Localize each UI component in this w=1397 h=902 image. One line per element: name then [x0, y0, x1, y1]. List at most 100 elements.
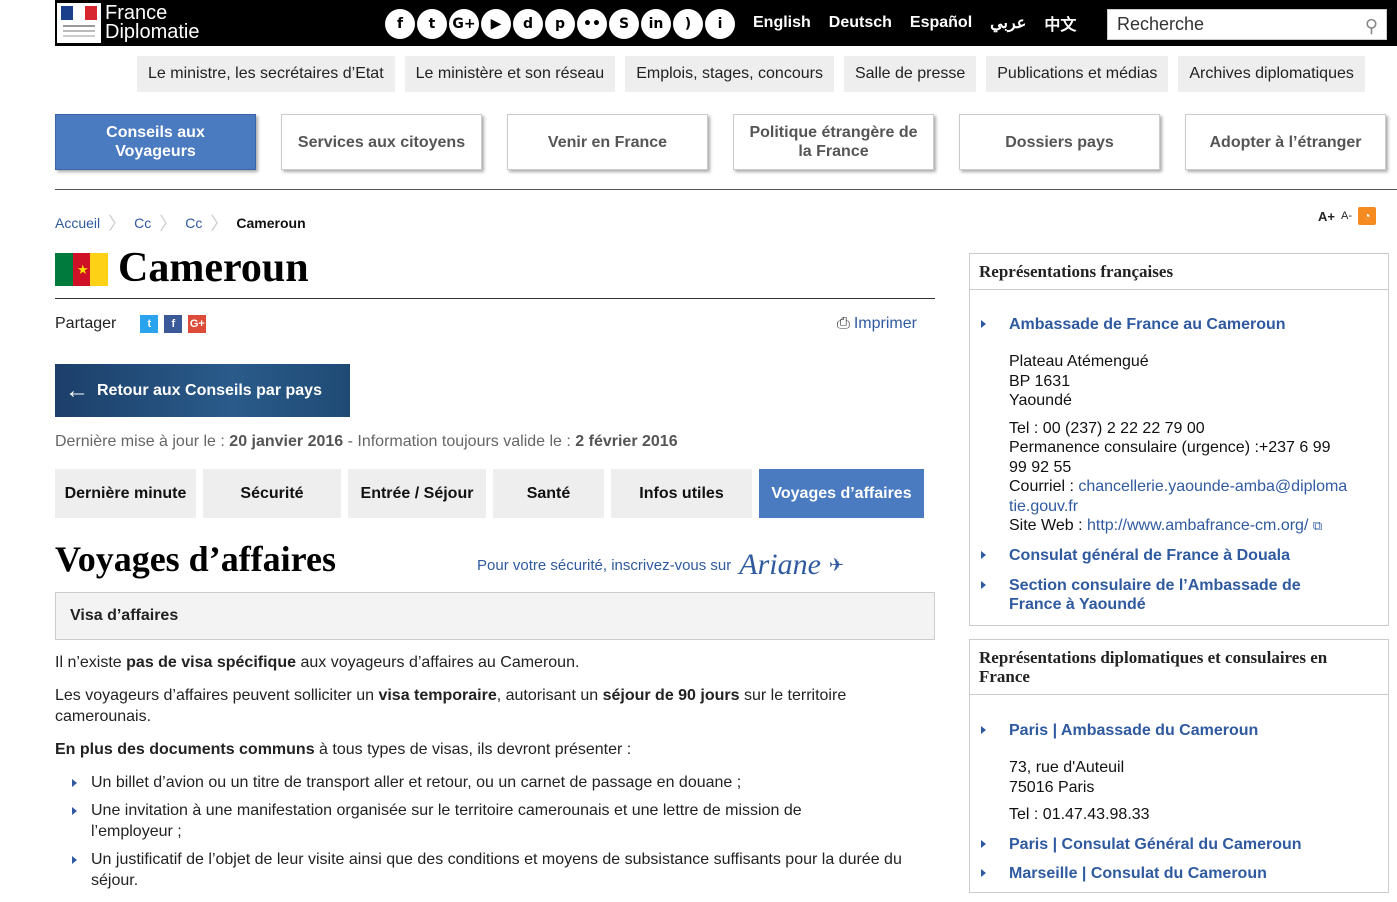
paragraph: Les voyageurs d’affaires peuvent sollici…	[55, 687, 847, 725]
secondary-nav: Le ministre, les secrétaires d’Etat Le m…	[137, 56, 1365, 92]
subnav-emplois[interactable]: Emplois, stages, concours	[625, 56, 834, 92]
tab-derniere-minute[interactable]: Dernière minute	[55, 469, 196, 518]
font-decrease-button[interactable]: A-	[1341, 210, 1352, 222]
print-button[interactable]: ⎙ Imprimer	[837, 315, 917, 333]
facebook-share-icon[interactable]: f	[164, 315, 183, 333]
tab-infos-utiles[interactable]: Infos utiles	[611, 469, 752, 518]
twitter-icon[interactable]: t	[417, 9, 447, 39]
valid-date: 2 février 2016	[575, 433, 678, 450]
subnav-ministre[interactable]: Le ministre, les secrétaires d’Etat	[137, 56, 395, 92]
mainnav-politique[interactable]: Politique étrangère de la France	[733, 114, 934, 170]
mainnav-dossiers[interactable]: Dossiers pays	[959, 114, 1160, 170]
top-bar: France Diplomatie f t G+ ▶ d p •• S in )…	[55, 0, 1397, 46]
flickr-icon[interactable]: ••	[577, 9, 607, 39]
subnav-publications[interactable]: Publications et médias	[986, 56, 1169, 92]
share-bar: Partager t f G+	[55, 315, 207, 333]
main-nav: Conseils aux Voyageurs Services aux cito…	[55, 114, 1386, 170]
lang-chinese[interactable]: 中文	[1044, 11, 1076, 35]
facebook-icon[interactable]: f	[385, 9, 415, 39]
marseille-consulate-link[interactable]: Marseille | Consulat du Cameroun	[981, 864, 1267, 883]
chevron-right-icon: 〉	[108, 214, 127, 234]
language-switcher: English Deutsch Español عربي 中文	[753, 0, 1076, 46]
embassy-link[interactable]: Ambassade de France au Cameroun	[981, 315, 1286, 334]
lang-arabic[interactable]: عربي	[990, 13, 1026, 33]
tab-entree-sejour[interactable]: Entrée / Séjour	[348, 469, 486, 518]
lang-deutsch[interactable]: Deutsch	[829, 14, 892, 32]
logo-line2: Diplomatie	[105, 21, 200, 43]
tab-sante[interactable]: Santé	[493, 469, 604, 518]
mainnav-adopter[interactable]: Adopter à l’étranger	[1185, 114, 1386, 170]
arrow-left-icon: ←	[65, 376, 89, 404]
tab-voyages-affaires[interactable]: Voyages d’affaires	[759, 469, 924, 518]
mainnav-venir[interactable]: Venir en France	[507, 114, 708, 170]
twitter-share-icon[interactable]: t	[140, 315, 159, 333]
website-link[interactable]: http://www.ambafrance-cm.org/	[1087, 517, 1308, 534]
republique-francaise-logo	[57, 3, 101, 43]
cameroon-representations-box: Représentations diplomatiques et consula…	[969, 639, 1389, 893]
rss-icon[interactable]: )	[673, 9, 703, 39]
breadcrumb-item-2[interactable]: Cc	[134, 215, 151, 231]
chevron-right-icon: 〉	[159, 214, 178, 234]
breadcrumb-current: Cameroun	[236, 215, 306, 231]
list-item: Un justificatif de l’objet de leur visit…	[72, 849, 915, 891]
box-title: Représentations diplomatiques et consula…	[970, 640, 1388, 695]
googleplus-share-icon[interactable]: G+	[188, 315, 207, 333]
linkedin-icon[interactable]: in	[641, 9, 671, 39]
search-input[interactable]	[1108, 14, 1348, 35]
ariane-text: Pour votre sécurité, inscrivez-vous sur	[477, 556, 732, 574]
youtube-icon[interactable]: ▶	[481, 9, 511, 39]
mainnav-services[interactable]: Services aux citoyens	[281, 114, 482, 170]
googleplus-icon[interactable]: G+	[449, 9, 479, 39]
paris-embassy-address: 73, rue d'Auteuil 75016 Paris Tel : 01.4…	[1009, 759, 1150, 823]
update-info: Dernière mise à jour le : 20 janvier 201…	[55, 433, 678, 451]
printer-icon: ⎙	[837, 315, 850, 332]
search-icon[interactable]: ⚲	[1365, 16, 1378, 37]
plane-icon: ✈	[828, 554, 845, 575]
site-logo[interactable]: France Diplomatie	[55, 0, 199, 46]
page-title: Cameroun	[118, 245, 309, 291]
breadcrumb-item-3[interactable]: Cc	[185, 215, 202, 231]
requirements-list: Un billet d’avion ou un titre de transpo…	[72, 772, 915, 891]
subnav-ministere[interactable]: Le ministère et son réseau	[404, 56, 616, 92]
list-item: Une invitation à une manifestation organ…	[72, 800, 832, 842]
search-box: ⚲	[1107, 9, 1387, 40]
paragraph: En plus des documents communs à tous typ…	[55, 741, 632, 758]
back-label: Retour aux Conseils par pays	[97, 381, 322, 399]
breadcrumb-home[interactable]: Accueil	[55, 215, 100, 231]
subsection-header: Visa d’affaires	[55, 592, 935, 640]
consulate-douala-link[interactable]: Consulat général de France à Douala	[981, 546, 1290, 565]
logo-text: France Diplomatie	[105, 3, 200, 43]
valid-prefix: - Information toujours valide le :	[343, 433, 576, 450]
lang-english[interactable]: English	[753, 14, 811, 32]
back-to-country-advice-button[interactable]: ← Retour aux Conseils par pays	[55, 364, 350, 417]
french-representations-box: Représentations françaises Ambassade de …	[969, 253, 1389, 626]
ariane-link[interactable]: Pour votre sécurité, inscrivez-vous sur …	[477, 548, 844, 582]
embassy-address: Plateau Atémengué BP 1631 Yaoundé Tel : …	[1009, 353, 1348, 534]
consular-section-link[interactable]: Section consulaire de l’Ambassade de Fra…	[981, 576, 1329, 614]
print-label: Imprimer	[853, 315, 917, 332]
divider	[55, 189, 1397, 190]
subnav-archives[interactable]: Archives diplomatiques	[1178, 56, 1365, 92]
cameroon-flag-icon: ★	[55, 253, 109, 286]
box-title: Représentations françaises	[970, 254, 1388, 290]
subnav-presse[interactable]: Salle de presse	[843, 56, 977, 92]
title-divider	[55, 298, 935, 299]
storify-icon[interactable]: S	[609, 9, 639, 39]
dailymotion-icon[interactable]: d	[513, 9, 543, 39]
paris-embassy-link[interactable]: Paris | Ambassade du Cameroun	[980, 721, 1258, 740]
rss-icon[interactable]: ◔	[1357, 207, 1376, 225]
paris-consulate-link[interactable]: Paris | Consulat Général du Cameroun	[981, 835, 1302, 854]
ariane-logo: Ariane	[739, 548, 821, 581]
font-increase-button[interactable]: A+	[1318, 209, 1335, 224]
update-date: 20 janvier 2016	[229, 433, 344, 450]
tab-securite[interactable]: Sécurité	[203, 469, 341, 518]
pinterest-icon[interactable]: p	[545, 9, 575, 39]
external-link-icon: ⧉	[1312, 518, 1323, 533]
mainnav-conseils[interactable]: Conseils aux Voyageurs	[55, 114, 256, 170]
share-label: Partager	[55, 315, 117, 332]
info-icon[interactable]: i	[705, 9, 735, 39]
breadcrumb: Accueil 〉 Cc 〉 Cc 〉 Cameroun	[55, 210, 306, 236]
lang-espanol[interactable]: Español	[910, 14, 972, 32]
advice-tabs: Dernière minute Sécurité Entrée / Séjour…	[55, 469, 924, 518]
update-prefix: Dernière mise à jour le :	[55, 433, 230, 450]
